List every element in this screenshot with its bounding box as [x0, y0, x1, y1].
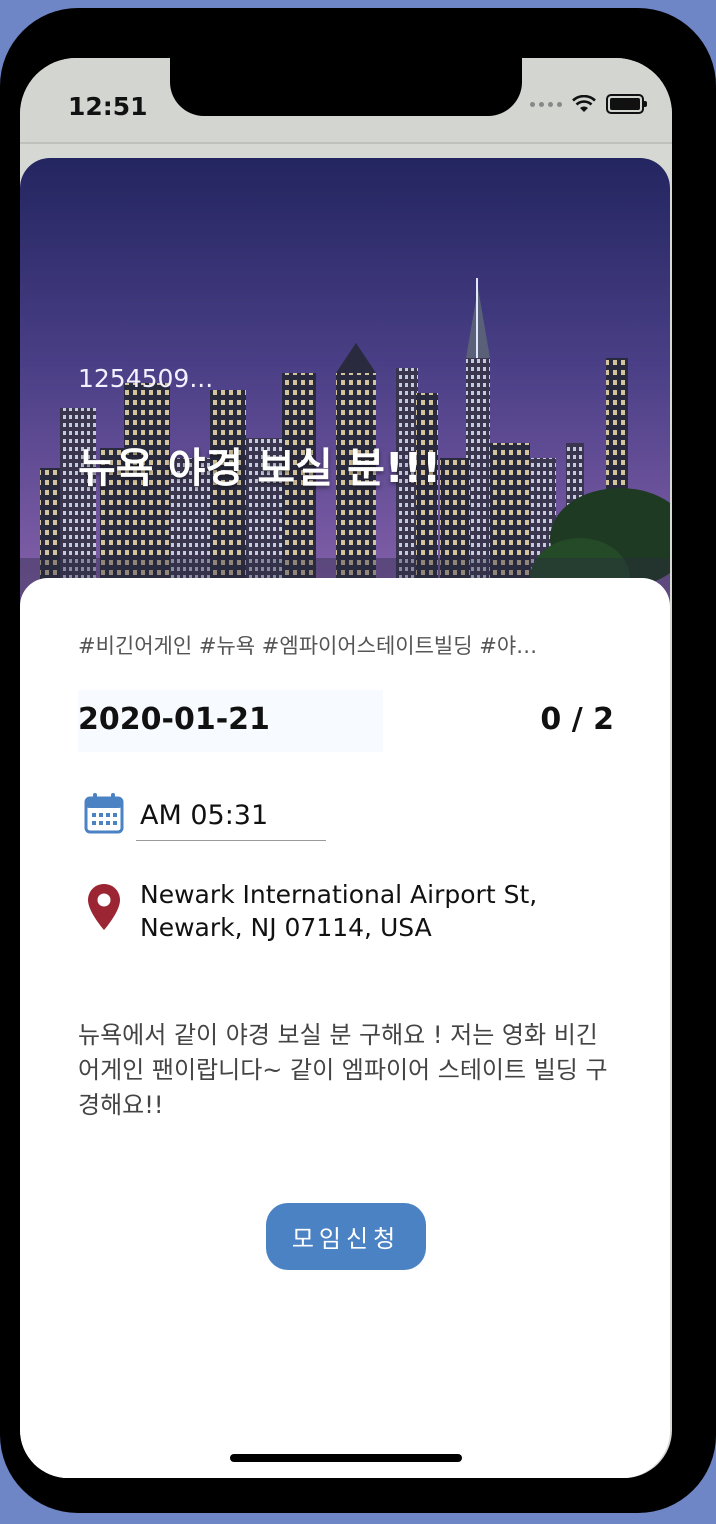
location-pin-icon	[88, 884, 120, 930]
hero-image: 1254509... 뉴욕 야경 보실 분!!!	[20, 158, 670, 618]
join-meeting-button[interactable]: 모임신청	[266, 1203, 426, 1270]
time-field[interactable]: AM 05:31	[136, 800, 326, 841]
screen: 12:51 1254509... 뉴욕 야경 보실 분!!! #비긴어게인 #뉴…	[20, 58, 672, 1478]
notch	[170, 58, 522, 116]
meeting-title: 뉴욕 야경 보실 분!!!	[78, 444, 441, 492]
signal-dots-icon	[530, 101, 562, 107]
calendar-icon	[84, 793, 124, 834]
detail-card: #비긴어게인 #뉴욕 #엠파이어스테이트빌딩 #야… 2020-01-21 0 …	[20, 578, 670, 1478]
wifi-icon	[572, 95, 596, 112]
status-bar: 12:51	[20, 58, 672, 144]
status-icons	[530, 94, 647, 114]
meeting-date: 2020-01-21	[78, 702, 270, 737]
meeting-tags: #비긴어게인 #뉴욕 #엠파이어스테이트빌딩 #야…	[78, 634, 538, 658]
participant-count: 0 / 2	[540, 702, 614, 737]
meeting-address: Newark International Airport St, Newark,…	[140, 880, 538, 942]
meeting-description: 뉴욕에서 같이 야경 보실 분 구해요 ! 저는 영화 비긴어게인 팬이랍니다~…	[78, 1021, 608, 1119]
battery-icon	[606, 94, 647, 114]
home-indicator[interactable]	[230, 1454, 462, 1462]
meeting-id: 1254509...	[78, 364, 214, 393]
status-time: 12:51	[68, 92, 148, 121]
nav-separator	[20, 142, 672, 144]
phone-frame: 12:51 1254509... 뉴욕 야경 보실 분!!! #비긴어게인 #뉴…	[0, 8, 716, 1513]
meeting-detail-sheet: 1254509... 뉴욕 야경 보실 분!!! #비긴어게인 #뉴욕 #엠파이…	[20, 158, 670, 1478]
